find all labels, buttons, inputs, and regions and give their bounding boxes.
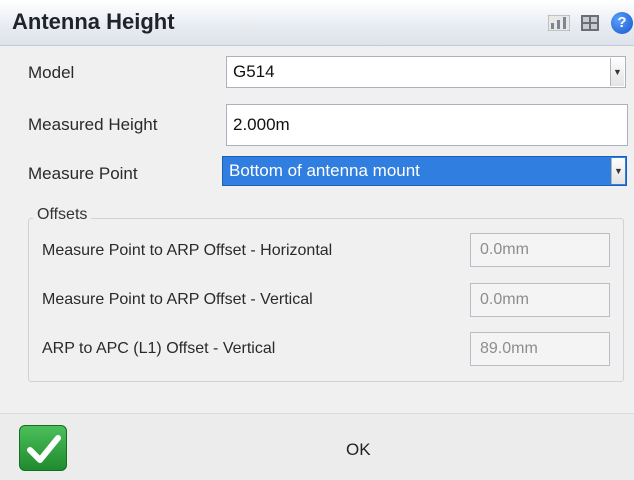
- offset-field-apc: 89.0mm: [470, 332, 610, 366]
- offset-value-apc: 89.0mm: [480, 340, 538, 357]
- offset-label-apc: ARP to APC (L1) Offset - Vertical: [42, 340, 276, 357]
- ok-label[interactable]: OK: [346, 440, 371, 460]
- help-icon[interactable]: ?: [611, 12, 633, 34]
- offset-value-vertical: 0.0mm: [480, 291, 529, 308]
- measured-height-label: Measured Height: [28, 115, 158, 134]
- chart-icon[interactable]: [548, 15, 570, 31]
- measured-height-input[interactable]: 2.000m: [226, 104, 628, 146]
- bottom-bar: [0, 413, 634, 480]
- offset-value-horizontal: 0.0mm: [480, 241, 529, 258]
- offset-field-vertical: 0.0mm: [470, 283, 610, 317]
- measure-point-value: Bottom of antenna mount: [229, 161, 420, 180]
- measure-point-dropdown-arrow-icon[interactable]: ▼: [611, 158, 625, 184]
- window-title: Antenna Height: [12, 9, 175, 34]
- offset-label-horizontal: Measure Point to ARP Offset - Horizontal: [42, 242, 333, 259]
- model-dropdown[interactable]: G514 ▼: [226, 56, 626, 88]
- grid-icon[interactable]: [581, 15, 599, 31]
- measure-point-label: Measure Point: [28, 164, 138, 183]
- offsets-group-title: Offsets: [33, 206, 92, 224]
- title-bar: Antenna Height ?: [0, 0, 634, 46]
- model-label: Model: [28, 63, 75, 82]
- measured-height-value: 2.000m: [233, 115, 290, 134]
- ok-button[interactable]: [19, 425, 67, 471]
- model-value: G514: [233, 62, 275, 81]
- offset-field-horizontal: 0.0mm: [470, 233, 610, 267]
- model-dropdown-arrow-icon[interactable]: ▼: [610, 58, 624, 86]
- measure-point-dropdown[interactable]: Bottom of antenna mount ▼: [222, 156, 627, 186]
- checkmark-icon: [27, 435, 61, 463]
- offset-label-vertical: Measure Point to ARP Offset - Vertical: [42, 291, 313, 308]
